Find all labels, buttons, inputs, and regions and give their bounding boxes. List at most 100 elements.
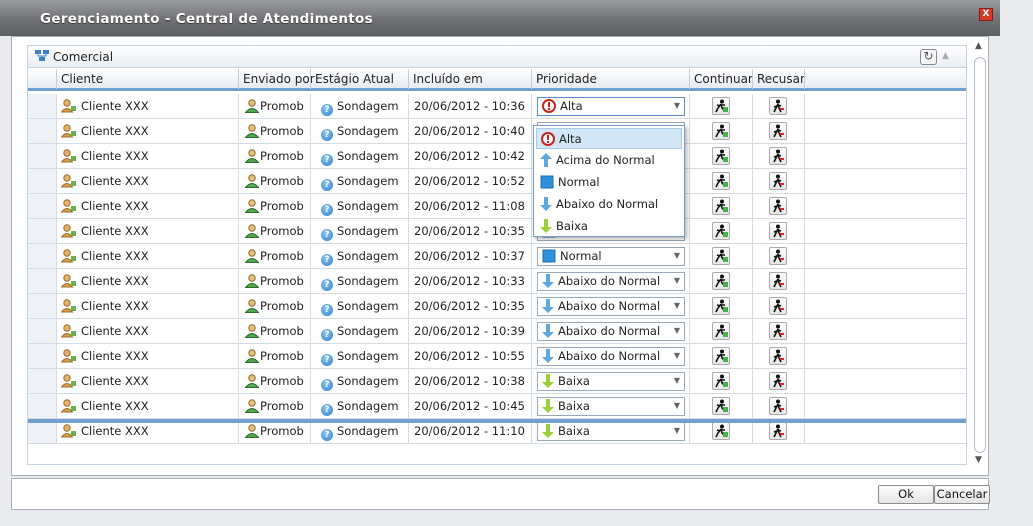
table-row[interactable]: Cliente XXX Promob? Sondagem 20/06/2012 - 1…	[28, 244, 966, 269]
row-selector[interactable]	[28, 144, 56, 168]
table-row[interactable]: Cliente XXX Promob? Sondagem 20/06/2012 - 1…	[28, 269, 966, 294]
row-selector[interactable]	[28, 394, 56, 418]
priority-option[interactable]: Alta	[536, 128, 682, 149]
table-row[interactable]: Cliente XXX Promob? Sondagem 20/06/2012 - 1…	[28, 219, 966, 244]
enviado-text: Promob	[260, 374, 304, 388]
priority-combobox[interactable]: Baixa ▼	[537, 397, 685, 416]
refuse-icon[interactable]	[769, 347, 787, 365]
table-row[interactable]: Cliente XXX Promob? Sondagem 20/06/2012 - 1…	[28, 119, 966, 144]
refuse-icon[interactable]	[769, 97, 787, 115]
table-row[interactable]: Cliente XXX Promob? Sondagem 20/06/2012 - 1…	[28, 294, 966, 319]
scroll-up-icon[interactable]: ▲	[975, 41, 982, 51]
priority-combobox[interactable]: Abaixo do Normal ▼	[537, 322, 685, 341]
continue-icon[interactable]	[712, 297, 730, 315]
row-selector[interactable]	[28, 219, 56, 243]
table-row[interactable]: Cliente XXX Promob? Sondagem 20/06/2012 - 1…	[28, 169, 966, 194]
refuse-icon[interactable]	[769, 247, 787, 265]
refuse-icon[interactable]	[769, 147, 787, 165]
priority-option[interactable]: Acima do Normal	[536, 150, 682, 171]
continue-icon[interactable]	[712, 422, 730, 440]
client-user-icon	[61, 324, 76, 338]
continue-icon[interactable]	[712, 222, 730, 240]
table-row[interactable]: Cliente XXX Promob? Sondagem 20/06/2012 - 1…	[28, 319, 966, 344]
column-header-est-gio-atual[interactable]: Estágio Atual	[310, 69, 408, 89]
priority-combobox[interactable]: Baixa ▼	[537, 372, 685, 391]
table-row[interactable]: Cliente XXX Promob? Sondagem 20/06/2012 - 1…	[28, 194, 966, 219]
continue-icon[interactable]	[712, 97, 730, 115]
enviado-text: Promob	[260, 274, 304, 288]
info-icon: ?	[321, 204, 333, 216]
row-selector[interactable]	[28, 244, 56, 268]
priority-combobox[interactable]: Normal ▼	[537, 247, 685, 266]
continue-icon[interactable]	[712, 372, 730, 390]
refuse-icon[interactable]	[769, 422, 787, 440]
continue-icon[interactable]	[712, 172, 730, 190]
priority-combobox[interactable]: Baixa ▼	[537, 422, 685, 441]
chevron-down-icon[interactable]: ▼	[674, 301, 680, 310]
refuse-icon[interactable]	[769, 197, 787, 215]
continue-icon[interactable]	[712, 272, 730, 290]
row-selector[interactable]	[28, 344, 56, 368]
window-titlebar[interactable]: Gerenciamento - Central de Atendimentos	[0, 0, 1000, 36]
priority-option[interactable]: Normal	[536, 172, 682, 193]
continue-icon[interactable]	[712, 347, 730, 365]
refuse-icon[interactable]	[769, 272, 787, 290]
column-header-cliente[interactable]: Cliente	[56, 69, 238, 89]
priority-option[interactable]: Baixa	[536, 216, 682, 237]
chevron-down-icon[interactable]: ▼	[674, 101, 680, 110]
refuse-icon[interactable]	[769, 397, 787, 415]
table-row[interactable]: Cliente XXX Promob? Sondagem 20/06/2012 - 1…	[28, 144, 966, 169]
recusar-cell	[752, 294, 804, 318]
chevron-down-icon[interactable]: ▼	[674, 326, 680, 335]
column-header-enviado-por[interactable]: Enviado por	[238, 69, 315, 89]
continue-icon[interactable]	[712, 147, 730, 165]
chevron-down-icon[interactable]: ▼	[674, 426, 680, 435]
chevron-down-icon[interactable]: ▼	[674, 251, 680, 260]
row-selector[interactable]	[28, 269, 56, 293]
close-icon[interactable]: X	[979, 8, 993, 21]
enviado-por-cell: Promob	[238, 169, 310, 193]
priority-combobox[interactable]: Abaixo do Normal ▼	[537, 272, 685, 291]
table-row[interactable]: Cliente XXX Promob? Sondagem 20/06/2012 - 1…	[28, 369, 966, 394]
continue-icon[interactable]	[712, 122, 730, 140]
priority-combobox[interactable]: Abaixo do Normal ▼	[537, 347, 685, 366]
vertical-scrollbar[interactable]: ▲ ▼	[974, 41, 986, 469]
scrollbar-thumb[interactable]	[974, 57, 986, 453]
row-selector[interactable]	[28, 369, 56, 393]
continue-icon[interactable]	[712, 197, 730, 215]
table-row[interactable]: Cliente XXX Promob? Sondagem 20/06/2012 - 1…	[28, 394, 966, 419]
column-header-prioridade[interactable]: Prioridade	[531, 69, 689, 89]
collapse-up-icon[interactable]: ▲	[942, 51, 949, 61]
scroll-down-icon[interactable]: ▼	[975, 455, 982, 465]
priority-option[interactable]: Abaixo do Normal	[536, 194, 682, 215]
row-selector[interactable]	[28, 169, 56, 193]
cancel-button[interactable]: Cancelar	[934, 485, 990, 504]
refuse-icon[interactable]	[769, 222, 787, 240]
row-selector[interactable]	[28, 94, 56, 118]
refuse-icon[interactable]	[769, 372, 787, 390]
refuse-icon[interactable]	[769, 172, 787, 190]
refresh-icon[interactable]: ↻	[920, 49, 937, 65]
column-header-recusar[interactable]: Recusar	[752, 69, 805, 89]
refuse-icon[interactable]	[769, 122, 787, 140]
row-selector[interactable]	[28, 319, 56, 343]
row-selector[interactable]	[28, 194, 56, 218]
column-header-inclu-do-em[interactable]: Incluído em	[408, 69, 531, 89]
column-header-continuar[interactable]: Continuar	[689, 69, 753, 89]
row-selector[interactable]	[28, 119, 56, 143]
chevron-down-icon[interactable]: ▼	[674, 276, 680, 285]
priority-combobox[interactable]: Alta ▼	[537, 97, 685, 116]
refuse-icon[interactable]	[769, 297, 787, 315]
refuse-icon[interactable]	[769, 322, 787, 340]
chevron-down-icon[interactable]: ▼	[674, 376, 680, 385]
chevron-down-icon[interactable]: ▼	[674, 401, 680, 410]
row-selector[interactable]	[28, 294, 56, 318]
table-row[interactable]: Cliente XXX Promob? Sondagem 20/06/2012 - 1…	[28, 94, 966, 119]
continue-icon[interactable]	[712, 397, 730, 415]
table-row[interactable]: Cliente XXX Promob? Sondagem 20/06/2012 - 1…	[28, 344, 966, 369]
priority-combobox[interactable]: Abaixo do Normal ▼	[537, 297, 685, 316]
continue-icon[interactable]	[712, 322, 730, 340]
chevron-down-icon[interactable]: ▼	[674, 351, 680, 360]
ok-button[interactable]: Ok	[878, 485, 934, 504]
continue-icon[interactable]	[712, 247, 730, 265]
